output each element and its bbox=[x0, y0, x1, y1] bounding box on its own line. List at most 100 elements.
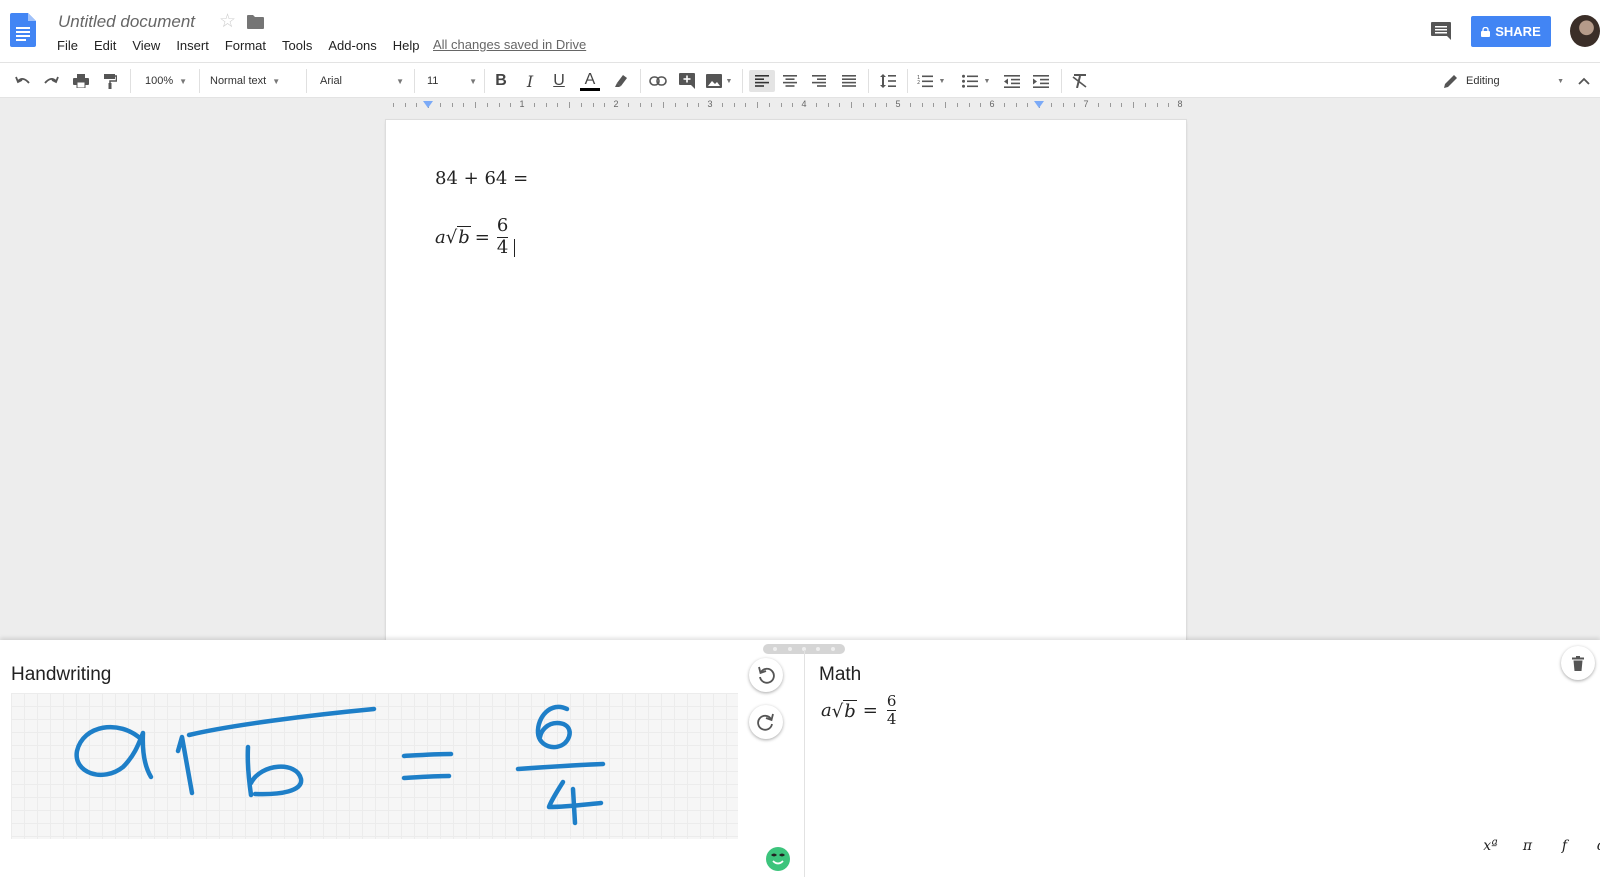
editing-mode-select[interactable]: Editing ▼ bbox=[1444, 70, 1564, 92]
bold-button[interactable]: B bbox=[490, 70, 512, 92]
ruler-tick bbox=[851, 102, 852, 108]
paragraph-style-select[interactable]: Normal text ▼ bbox=[210, 70, 296, 92]
menu-view[interactable]: View bbox=[132, 38, 160, 53]
ruler-tick bbox=[475, 102, 476, 108]
ruler-tick bbox=[533, 103, 535, 107]
italic-button[interactable]: I bbox=[519, 70, 541, 92]
menu-insert[interactable]: Insert bbox=[176, 38, 209, 53]
ruler-tick bbox=[933, 103, 935, 107]
equation-1[interactable]: 84 + 64 = bbox=[435, 168, 528, 189]
menu-addons[interactable]: Add-ons bbox=[328, 38, 376, 53]
folder-icon[interactable] bbox=[247, 15, 264, 29]
ruler-tick bbox=[862, 103, 864, 107]
pencil-icon bbox=[1444, 75, 1457, 88]
ruler-tick bbox=[1062, 103, 1064, 107]
ruler-tick bbox=[1015, 103, 1017, 107]
print-icon[interactable] bbox=[70, 70, 92, 92]
menu-format[interactable]: Format bbox=[225, 38, 266, 53]
function-symbol-button[interactable]: f bbox=[1546, 838, 1583, 854]
editing-mode-value: Editing bbox=[1466, 75, 1500, 87]
bulleted-list-icon[interactable]: ▼ bbox=[958, 70, 994, 92]
text-color-button[interactable]: A bbox=[578, 70, 602, 92]
star-icon[interactable]: ☆ bbox=[219, 10, 236, 33]
docs-logo-icon[interactable] bbox=[10, 13, 36, 47]
chevron-down-icon: ▼ bbox=[1557, 77, 1564, 85]
ruler-tick bbox=[1156, 103, 1158, 107]
align-right-icon[interactable] bbox=[808, 70, 830, 92]
ruler-tick bbox=[545, 103, 547, 107]
chevron-down-icon: ▼ bbox=[725, 77, 733, 85]
ruler-tick bbox=[498, 103, 500, 107]
redo-icon[interactable] bbox=[40, 70, 62, 92]
document-page[interactable]: 84 + 64 = a √ b = 6 4 bbox=[386, 120, 1186, 640]
eq1-plus: + bbox=[463, 168, 479, 189]
decrease-indent-icon[interactable] bbox=[1000, 70, 1024, 92]
right-indent-marker[interactable] bbox=[1034, 101, 1044, 108]
insert-link-icon[interactable] bbox=[646, 70, 670, 92]
insert-comment-icon[interactable] bbox=[676, 70, 698, 92]
menu-tools[interactable]: Tools bbox=[282, 38, 312, 53]
font-size-select[interactable]: 11 ▼ bbox=[427, 70, 477, 92]
save-status-link[interactable]: All changes saved in Drive bbox=[433, 37, 586, 52]
menu-file[interactable]: File bbox=[57, 38, 78, 53]
ruler-tick bbox=[733, 103, 735, 107]
paint-format-icon[interactable] bbox=[99, 70, 121, 92]
align-center-icon[interactable] bbox=[779, 70, 801, 92]
menu-edit[interactable]: Edit bbox=[94, 38, 116, 53]
undo-stroke-button[interactable] bbox=[749, 658, 783, 692]
ruler-tick bbox=[968, 103, 970, 107]
ruler-number: 3 bbox=[707, 99, 713, 109]
insert-image-icon[interactable]: ▼ bbox=[704, 70, 734, 92]
chevron-down-icon: ▼ bbox=[983, 77, 991, 85]
pi-symbol-button[interactable]: π bbox=[1509, 838, 1546, 854]
eq1-equals: = bbox=[513, 168, 529, 189]
ruler-tick bbox=[721, 103, 723, 107]
increase-indent-icon[interactable] bbox=[1029, 70, 1053, 92]
undo-icon[interactable] bbox=[12, 70, 34, 92]
ruler-tick bbox=[980, 103, 982, 107]
line-spacing-icon[interactable] bbox=[875, 70, 901, 92]
user-avatar[interactable] bbox=[1570, 15, 1600, 47]
handwriting-title: Handwriting bbox=[11, 664, 112, 685]
redo-stroke-button[interactable] bbox=[749, 705, 783, 739]
left-indent-marker[interactable] bbox=[423, 101, 433, 108]
ruler-tick bbox=[945, 102, 946, 108]
mascot-icon[interactable] bbox=[766, 847, 790, 871]
ruler-tick bbox=[557, 103, 559, 107]
math-result[interactable]: a √ b = 6 4 bbox=[821, 692, 897, 729]
superscript-symbol-button[interactable]: xª bbox=[1472, 838, 1509, 854]
eq2-fraction: 6 4 bbox=[496, 215, 509, 258]
font-family-select[interactable]: Arial ▼ bbox=[320, 70, 404, 92]
menu-bar: File Edit View Insert Format Tools Add-o… bbox=[57, 38, 436, 53]
font-size-value: 11 bbox=[427, 75, 439, 87]
numbered-list-icon[interactable]: 12 ▼ bbox=[913, 70, 949, 92]
highlight-icon[interactable] bbox=[610, 70, 632, 92]
underline-button[interactable]: U bbox=[548, 70, 570, 92]
ruler-tick bbox=[768, 103, 770, 107]
eq2-coefficient: a bbox=[435, 226, 446, 248]
zoom-select[interactable]: 100% ▼ bbox=[140, 70, 192, 92]
equation-2[interactable]: a √ b = 6 4 bbox=[435, 215, 516, 258]
ruler-tick bbox=[510, 103, 512, 107]
handwriting-canvas[interactable] bbox=[11, 693, 738, 839]
ruler-tick bbox=[1050, 103, 1052, 107]
eq1-term-a: 84 bbox=[435, 168, 458, 189]
clear-all-button[interactable] bbox=[1561, 646, 1595, 680]
result-fraction: 6 4 bbox=[886, 692, 897, 729]
align-left-icon[interactable] bbox=[749, 70, 775, 92]
greek-symbol-button[interactable]: α bbox=[1583, 838, 1600, 854]
font-family-value: Arial bbox=[320, 75, 343, 87]
collapse-menus-icon[interactable] bbox=[1574, 70, 1594, 92]
comments-icon[interactable] bbox=[1431, 22, 1451, 40]
result-equals: = bbox=[862, 700, 878, 722]
clear-formatting-icon[interactable] bbox=[1067, 70, 1091, 92]
formatting-toolbar: 100% ▼ Normal text ▼ Arial ▼ 11 ▼ B I U A ▼ bbox=[0, 62, 1600, 98]
ruler[interactable]: 1 2 3 4 5 6 7 8 bbox=[386, 98, 1186, 113]
math-handwriting-panel: Handwriting Math a √ b = 6 4 xª π f bbox=[0, 640, 1600, 877]
ruler-tick bbox=[1144, 103, 1146, 107]
ruler-number: 6 bbox=[989, 99, 995, 109]
document-title[interactable]: Untitled document bbox=[58, 12, 195, 32]
share-button[interactable]: SHARE bbox=[1471, 16, 1551, 47]
justify-icon[interactable] bbox=[838, 70, 860, 92]
menu-help[interactable]: Help bbox=[393, 38, 420, 53]
